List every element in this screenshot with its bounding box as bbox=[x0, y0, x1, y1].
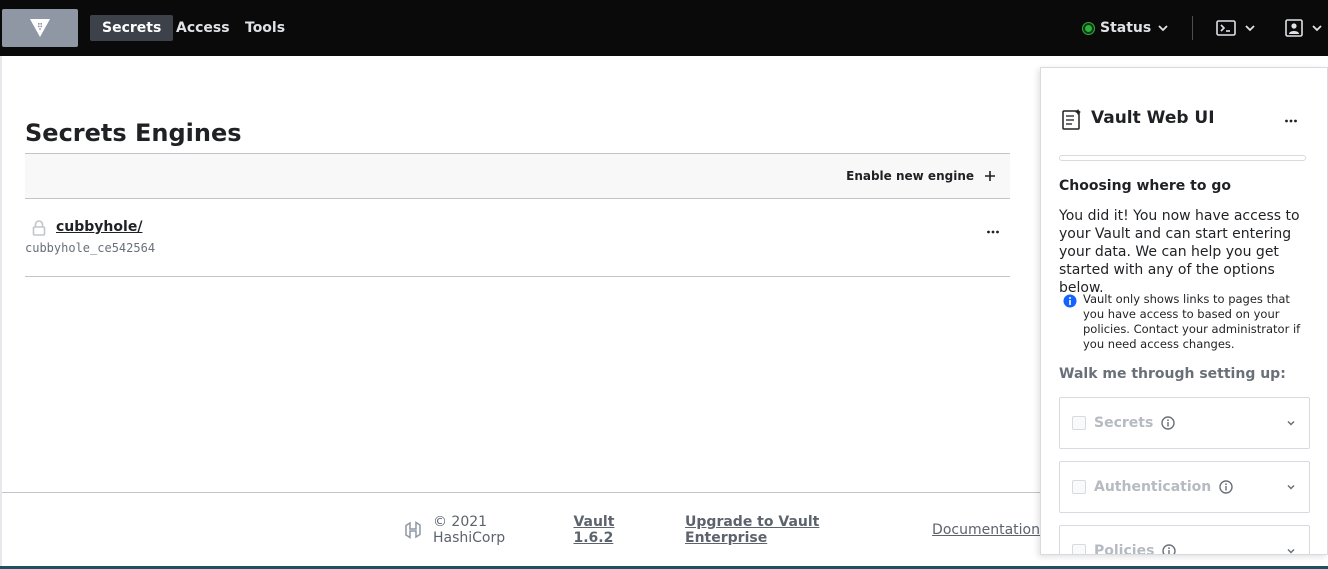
footer-copyright: © 2021 HashiCorp bbox=[432, 514, 506, 546]
wizard-progress-bar bbox=[1059, 155, 1306, 161]
wizard-info-text: Vault only shows links to pages that you… bbox=[1083, 292, 1301, 351]
user-icon bbox=[1285, 19, 1303, 37]
documentation-link[interactable]: Documentation bbox=[932, 522, 1040, 538]
chevron-down-icon bbox=[1158, 25, 1168, 32]
user-menu-button[interactable] bbox=[1285, 14, 1323, 42]
vault-logo-icon bbox=[30, 19, 50, 37]
checkbox[interactable] bbox=[1072, 416, 1086, 430]
wizard-option-policies[interactable]: Policies bbox=[1059, 525, 1310, 555]
console-toggle-button[interactable] bbox=[1216, 14, 1256, 42]
info-icon bbox=[1063, 294, 1077, 308]
enable-new-engine-button[interactable]: Enable new engine bbox=[846, 166, 996, 186]
status-menu[interactable]: Status bbox=[1083, 15, 1169, 41]
nav-tab-access[interactable]: Access bbox=[164, 15, 242, 41]
lock-icon bbox=[32, 220, 46, 236]
more-options-icon[interactable] bbox=[1284, 114, 1298, 128]
nav-divider bbox=[1192, 16, 1193, 40]
info-outline-icon bbox=[1219, 480, 1233, 494]
hashicorp-logo-icon bbox=[405, 521, 421, 539]
enable-new-engine-label: Enable new engine bbox=[846, 169, 974, 183]
upgrade-link[interactable]: Upgrade to Vault Enterprise bbox=[685, 514, 906, 546]
engine-accessor: cubbyhole_ce542564 bbox=[25, 241, 156, 255]
nav-tab-tools[interactable]: Tools bbox=[233, 15, 297, 41]
wizard-option-secrets[interactable]: Secrets bbox=[1059, 397, 1310, 449]
checklist-icon bbox=[1062, 109, 1081, 130]
secrets-toolbar: Enable new engine bbox=[25, 153, 1010, 199]
vault-version-link[interactable]: Vault 1.6.2 bbox=[573, 514, 659, 546]
checkbox[interactable] bbox=[1072, 480, 1086, 494]
more-options-icon[interactable] bbox=[986, 225, 1000, 239]
wizard-title: Vault Web UI bbox=[1091, 108, 1215, 128]
chevron-down-icon bbox=[1287, 420, 1295, 426]
chevron-down-icon bbox=[1245, 25, 1255, 32]
walk-through-label: Walk me through setting up: bbox=[1059, 366, 1286, 382]
list-item[interactable]: cubbyhole/ cubbyhole_ce542564 bbox=[25, 199, 1010, 277]
page-title: Secrets Engines bbox=[25, 119, 242, 147]
vault-logo-button[interactable] bbox=[2, 9, 78, 47]
chevron-down-icon bbox=[1287, 548, 1295, 554]
wizard-option-authentication[interactable]: Authentication bbox=[1059, 461, 1310, 513]
footer-divider bbox=[2, 492, 1042, 493]
status-label: Status bbox=[1100, 20, 1152, 36]
nav-tab-secrets[interactable]: Secrets bbox=[90, 15, 174, 41]
chevron-down-icon bbox=[1312, 25, 1322, 32]
engine-path-link[interactable]: cubbyhole/ bbox=[56, 219, 142, 235]
status-dot-icon bbox=[1083, 22, 1094, 34]
plus-icon bbox=[985, 171, 995, 181]
info-outline-icon bbox=[1161, 416, 1176, 430]
footer: © 2021 HashiCorp Vault 1.6.2 Upgrade to … bbox=[403, 514, 1040, 546]
info-outline-icon bbox=[1162, 544, 1177, 554]
wizard-heading: Choosing where to go bbox=[1059, 178, 1231, 194]
wizard-option-label: Authentication bbox=[1094, 479, 1212, 495]
checkbox[interactable] bbox=[1072, 544, 1086, 554]
chevron-down-icon bbox=[1287, 484, 1295, 490]
wizard-body: You did it! You now have access to your … bbox=[1059, 208, 1300, 296]
main-content: Secrets Engines Enable new engine cubbyh… bbox=[0, 56, 1042, 569]
terminal-icon bbox=[1216, 20, 1236, 36]
wizard-option-label: Secrets bbox=[1094, 415, 1154, 431]
top-nav-bar: Secrets Access Tools Status bbox=[0, 0, 1328, 56]
wizard-option-label: Policies bbox=[1094, 543, 1155, 555]
wizard-panel: Vault Web UI Choosing where to go You di… bbox=[1040, 67, 1328, 555]
